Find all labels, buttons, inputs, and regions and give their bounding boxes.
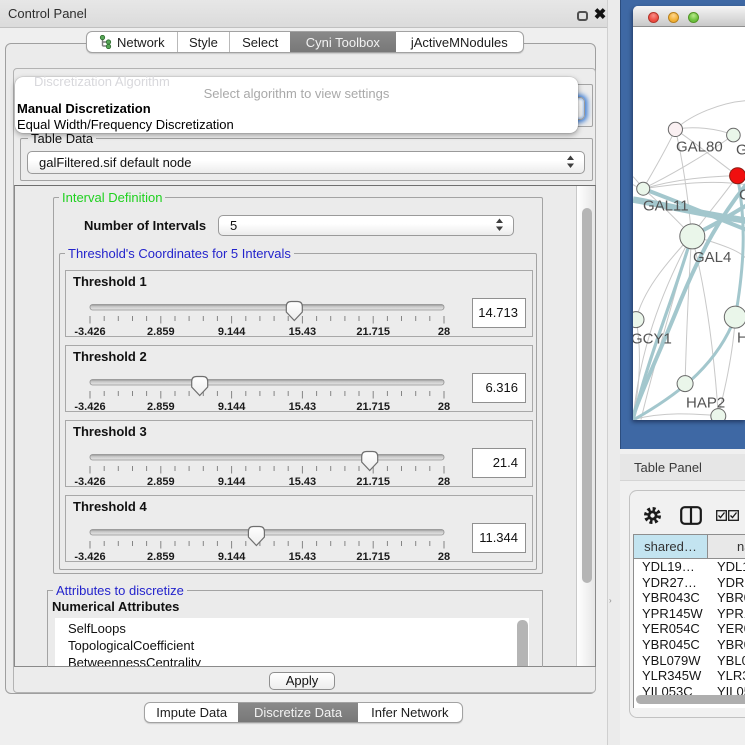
svg-text:15.43: 15.43 — [289, 476, 317, 488]
svg-text:2.859: 2.859 — [147, 476, 175, 488]
svg-text:CD: CD — [739, 187, 745, 204]
svg-text:2.859: 2.859 — [147, 551, 175, 563]
svg-text:GAL11: GAL11 — [643, 198, 689, 215]
svg-text:28: 28 — [438, 476, 450, 488]
svg-text:-3.426: -3.426 — [74, 551, 105, 563]
svg-text:15.43: 15.43 — [289, 326, 317, 338]
svg-text:28: 28 — [438, 401, 450, 413]
svg-text:21.715: 21.715 — [356, 476, 390, 488]
svg-text:9.144: 9.144 — [218, 401, 246, 413]
svg-text:HA: HA — [737, 330, 745, 347]
svg-text:-3.426: -3.426 — [74, 401, 105, 413]
svg-text:GAL4: GAL4 — [693, 249, 731, 266]
svg-text:28: 28 — [438, 551, 450, 563]
svg-text:-3.426: -3.426 — [74, 326, 105, 338]
svg-text:2.859: 2.859 — [147, 326, 175, 338]
svg-text:21.715: 21.715 — [356, 551, 390, 563]
svg-text:-3.426: -3.426 — [74, 476, 105, 488]
svg-text:21.715: 21.715 — [356, 326, 390, 338]
svg-text:28: 28 — [438, 326, 450, 338]
svg-text:2.859: 2.859 — [147, 401, 175, 413]
svg-text:GA: GA — [736, 142, 745, 159]
svg-text:15.43: 15.43 — [289, 551, 317, 563]
svg-text:9.144: 9.144 — [218, 551, 246, 563]
svg-text:21.715: 21.715 — [356, 401, 390, 413]
svg-text:9.144: 9.144 — [218, 476, 246, 488]
svg-text:9.144: 9.144 — [218, 326, 246, 338]
svg-text:GAL80: GAL80 — [676, 139, 723, 156]
svg-text:15.43: 15.43 — [289, 401, 317, 413]
svg-text:HAP2: HAP2 — [686, 395, 725, 412]
svg-text:GCY1: GCY1 — [633, 331, 672, 348]
